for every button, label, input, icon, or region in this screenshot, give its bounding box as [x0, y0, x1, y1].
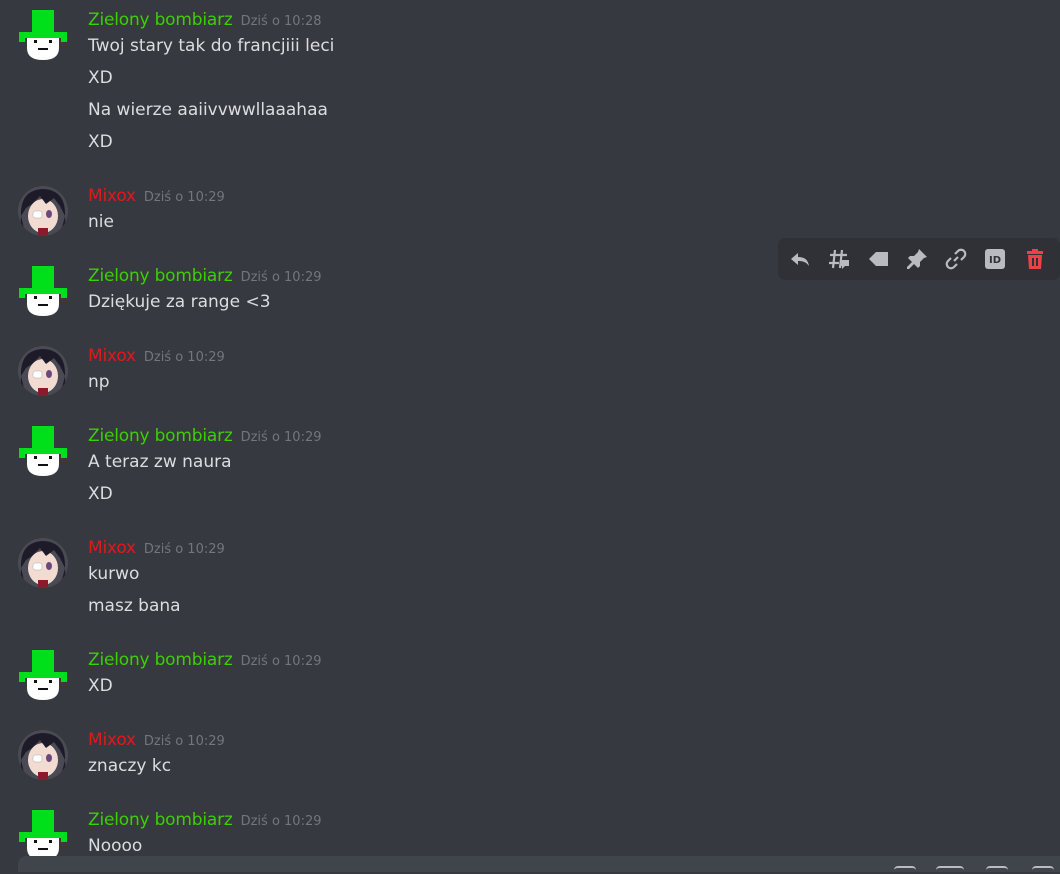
avatar-anime-girl[interactable] — [18, 346, 68, 396]
copy-link-icon[interactable] — [944, 247, 968, 271]
author-name[interactable]: Mixox — [88, 730, 136, 750]
tag-icon[interactable] — [866, 247, 890, 271]
timestamp: Dziś o 10:29 — [143, 350, 225, 365]
message-input-bar[interactable] — [18, 856, 1060, 872]
author-name[interactable]: Zielony bombiarz — [88, 266, 233, 286]
copy-id-label: ID — [989, 255, 1001, 266]
message-actions-toolbar: ID — [779, 239, 1059, 279]
message-text: A teraz zw naura — [88, 452, 232, 472]
author-name[interactable]: Zielony bombiarz — [88, 810, 233, 830]
avatar-green-hat[interactable] — [18, 266, 68, 316]
avatar-anime-girl[interactable] — [18, 186, 68, 236]
message-text: XD — [88, 68, 113, 88]
message-text: XD — [88, 132, 113, 152]
delete-icon[interactable] — [1023, 247, 1047, 271]
sticker-icon[interactable] — [986, 866, 1008, 874]
message-header: Zielony bombiarz Dziś o 10:29 — [88, 263, 322, 289]
timestamp: Dziś o 10:29 — [240, 654, 322, 669]
author-name[interactable]: Zielony bombiarz — [88, 426, 233, 446]
message-header: Mixox Dziś o 10:29 — [88, 343, 225, 369]
message-header: Mixox Dziś o 10:29 — [88, 535, 225, 561]
message-header: Zielony bombiarz Dziś o 10:29 — [88, 423, 322, 449]
avatar-green-hat[interactable] — [18, 810, 68, 860]
timestamp: Dziś o 10:29 — [143, 190, 225, 205]
avatar-green-hat[interactable] — [18, 650, 68, 700]
timestamp: Dziś o 10:29 — [143, 734, 225, 749]
author-name[interactable]: Mixox — [88, 186, 136, 206]
message-header: Zielony bombiarz Dziś o 10:29 — [88, 807, 322, 833]
timestamp: Dziś o 10:28 — [240, 14, 322, 29]
create-thread-icon[interactable] — [827, 247, 851, 271]
timestamp: Dziś o 10:29 — [143, 542, 225, 557]
gift-icon[interactable] — [894, 866, 916, 874]
message-list: Zielony bombiarz Dziś o 10:28 Twoj stary … — [0, 0, 1060, 860]
message-header: Mixox Dziś o 10:29 — [88, 727, 225, 753]
avatar-green-hat[interactable] — [18, 426, 68, 476]
message-text: nie — [88, 212, 114, 232]
message-text: Dziękuje za range <3 — [88, 292, 271, 312]
message-text: XD — [88, 676, 113, 696]
message-header: Zielony bombiarz Dziś o 10:29 — [88, 647, 322, 673]
author-name[interactable]: Mixox — [88, 538, 136, 558]
timestamp: Dziś o 10:29 — [240, 270, 322, 285]
message-header: Mixox Dziś o 10:29 — [88, 183, 225, 209]
author-name[interactable]: Zielony bombiarz — [88, 10, 233, 30]
avatar-anime-girl[interactable] — [18, 730, 68, 780]
pin-icon[interactable] — [905, 247, 929, 271]
copy-id-icon[interactable]: ID — [983, 247, 1007, 271]
message-text: np — [88, 372, 110, 392]
message-text: znaczy kc — [88, 756, 172, 776]
message-text: XD — [88, 484, 113, 504]
author-name[interactable]: Mixox — [88, 346, 136, 366]
timestamp: Dziś o 10:29 — [240, 430, 322, 445]
avatar-anime-girl[interactable] — [18, 538, 68, 588]
message-text: Na wierze aaiivvwwllaaahaa — [88, 100, 328, 120]
message-text: kurwo — [88, 564, 140, 584]
message-text: Twoj stary tak do francjiii leci — [88, 36, 335, 56]
message-text: masz bana — [88, 596, 181, 616]
gif-icon[interactable] — [936, 866, 964, 874]
message-header: Zielony bombiarz Dziś o 10:28 — [88, 7, 322, 33]
timestamp: Dziś o 10:29 — [240, 814, 322, 829]
author-name[interactable]: Zielony bombiarz — [88, 650, 233, 670]
reply-icon[interactable] — [788, 247, 812, 271]
avatar-green-hat[interactable] — [18, 10, 68, 60]
emoji-icon[interactable] — [1032, 866, 1054, 874]
